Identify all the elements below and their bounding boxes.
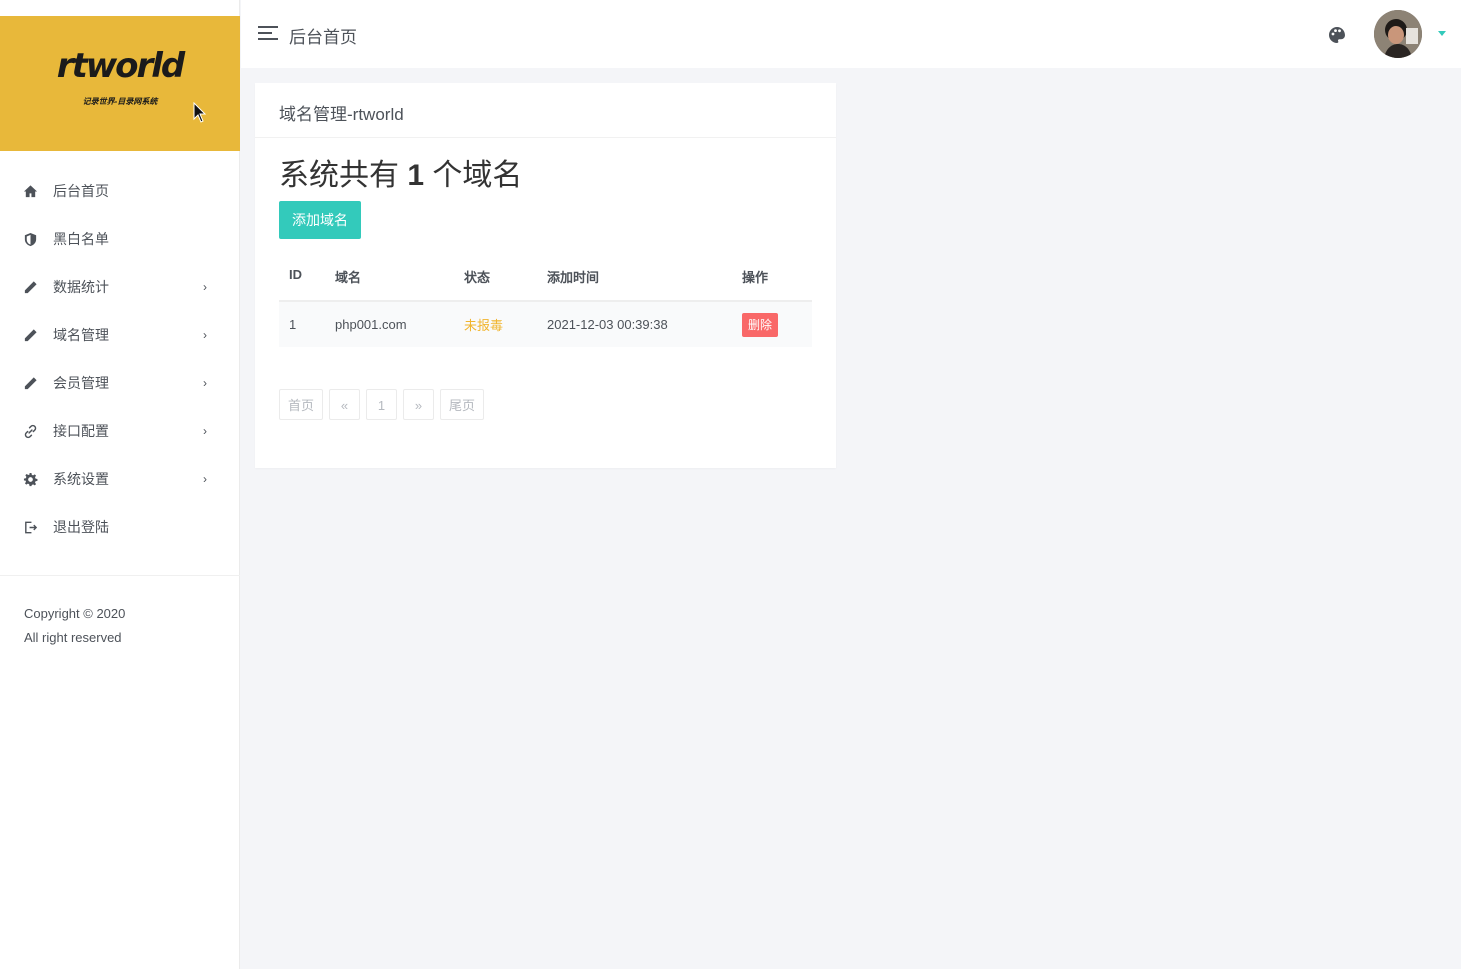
- sidebar-item-members[interactable]: 会员管理 ›: [0, 359, 240, 407]
- cell-status: 未报毒: [454, 301, 537, 347]
- sidebar-item-domains[interactable]: 域名管理 ›: [0, 311, 240, 359]
- pager-first[interactable]: 首页: [279, 389, 324, 420]
- pagination: 首页 « 1 » 尾页: [279, 389, 490, 420]
- sidebar-item-settings[interactable]: 系统设置 ›: [0, 455, 240, 503]
- gear-icon: [22, 471, 38, 487]
- copyright: Copyright © 2020 All right reserved: [24, 602, 125, 650]
- sidebar-divider: [0, 575, 240, 576]
- domain-count-heading: 系统共有 1 个域名: [279, 158, 812, 194]
- sidebar-item-label: 接口配置: [53, 423, 109, 439]
- pencil-icon: [22, 375, 38, 391]
- chevron-right-icon: ›: [203, 472, 207, 486]
- pencil-icon: [22, 279, 38, 295]
- pager-last[interactable]: 尾页: [440, 389, 485, 420]
- table-row: 1 php001.com 未报毒 2021-12-03 00:39:38 删除: [279, 301, 812, 347]
- link-icon: [22, 423, 38, 439]
- sidebar-item-label: 会员管理: [53, 375, 109, 391]
- count-prefix: 系统共有: [279, 159, 399, 192]
- cell-added-time: 2021-12-03 00:39:38: [537, 301, 732, 347]
- cell-domain: php001.com: [325, 301, 454, 347]
- cell-id: 1: [279, 301, 325, 347]
- sidebar-item-label: 数据统计: [53, 279, 109, 295]
- domain-management-card: 域名管理-rtworld 系统共有 1 个域名 添加域名 ID 域名 状态 添加…: [255, 83, 836, 468]
- chevron-right-icon: ›: [203, 376, 207, 390]
- domain-count: 1: [407, 159, 425, 192]
- domain-table: ID 域名 状态 添加时间 操作 1 php001.com 未报毒 2021-1…: [279, 267, 812, 347]
- hamburger-icon[interactable]: [258, 26, 278, 42]
- copyright-line: Copyright © 2020: [24, 606, 126, 621]
- logout-icon: [22, 519, 38, 535]
- sidebar: rtworld 记录世界-目录网系统 后台首页 黑白名单 数据统计 › 域名管理…: [0, 0, 240, 969]
- pencil-icon: [22, 327, 38, 343]
- pager-next[interactable]: »: [403, 389, 435, 420]
- sidebar-item-label: 后台首页: [53, 183, 109, 199]
- copyright-line: All right reserved: [24, 630, 122, 645]
- topbar: 后台首页: [241, 0, 1461, 68]
- pager-page-1[interactable]: 1: [366, 389, 398, 420]
- sidebar-item-label: 退出登陆: [53, 519, 109, 535]
- delete-button[interactable]: 删除: [742, 312, 779, 337]
- home-icon: [22, 183, 38, 199]
- shield-icon: [22, 231, 38, 247]
- table-header-row: ID 域名 状态 添加时间 操作: [279, 267, 812, 302]
- card-title: 域名管理-rtworld: [255, 83, 836, 138]
- sidebar-item-logout[interactable]: 退出登陆: [0, 503, 240, 551]
- palette-icon[interactable]: [1327, 25, 1347, 45]
- chevron-right-icon: ›: [203, 280, 207, 294]
- avatar[interactable]: [1374, 10, 1422, 58]
- caret-down-icon[interactable]: [1438, 31, 1446, 36]
- pager-prev[interactable]: «: [329, 389, 361, 420]
- page-title: 后台首页: [289, 28, 357, 47]
- chevron-right-icon: ›: [203, 328, 207, 342]
- sidebar-item-label: 域名管理: [53, 327, 109, 343]
- logo-text: rtworld: [56, 46, 186, 86]
- column-header-status: 状态: [454, 267, 537, 302]
- column-header-action: 操作: [732, 267, 812, 302]
- column-header-id: ID: [279, 267, 325, 302]
- sidebar-item-home[interactable]: 后台首页: [0, 167, 240, 215]
- count-suffix: 个域名: [432, 159, 523, 192]
- cell-action: 删除: [732, 301, 812, 347]
- mouse-cursor-icon: [193, 102, 207, 123]
- add-domain-button[interactable]: 添加域名: [279, 201, 361, 239]
- logo[interactable]: rtworld 记录世界-目录网系统: [0, 16, 240, 151]
- column-header-added-time: 添加时间: [537, 267, 732, 302]
- sidebar-menu: 后台首页 黑白名单 数据统计 › 域名管理 › 会员管理 › 接口配置 › 系统…: [0, 167, 240, 551]
- sidebar-item-label: 系统设置: [53, 471, 109, 487]
- sidebar-item-blacklist[interactable]: 黑白名单: [0, 215, 240, 263]
- sidebar-item-stats[interactable]: 数据统计 ›: [0, 263, 240, 311]
- chevron-right-icon: ›: [203, 424, 207, 438]
- sidebar-item-label: 黑白名单: [53, 231, 109, 247]
- column-header-domain: 域名: [325, 267, 454, 302]
- sidebar-item-api[interactable]: 接口配置 ›: [0, 407, 240, 455]
- card-body: 系统共有 1 个域名 添加域名 ID 域名 状态 添加时间 操作 1 php00…: [255, 158, 836, 347]
